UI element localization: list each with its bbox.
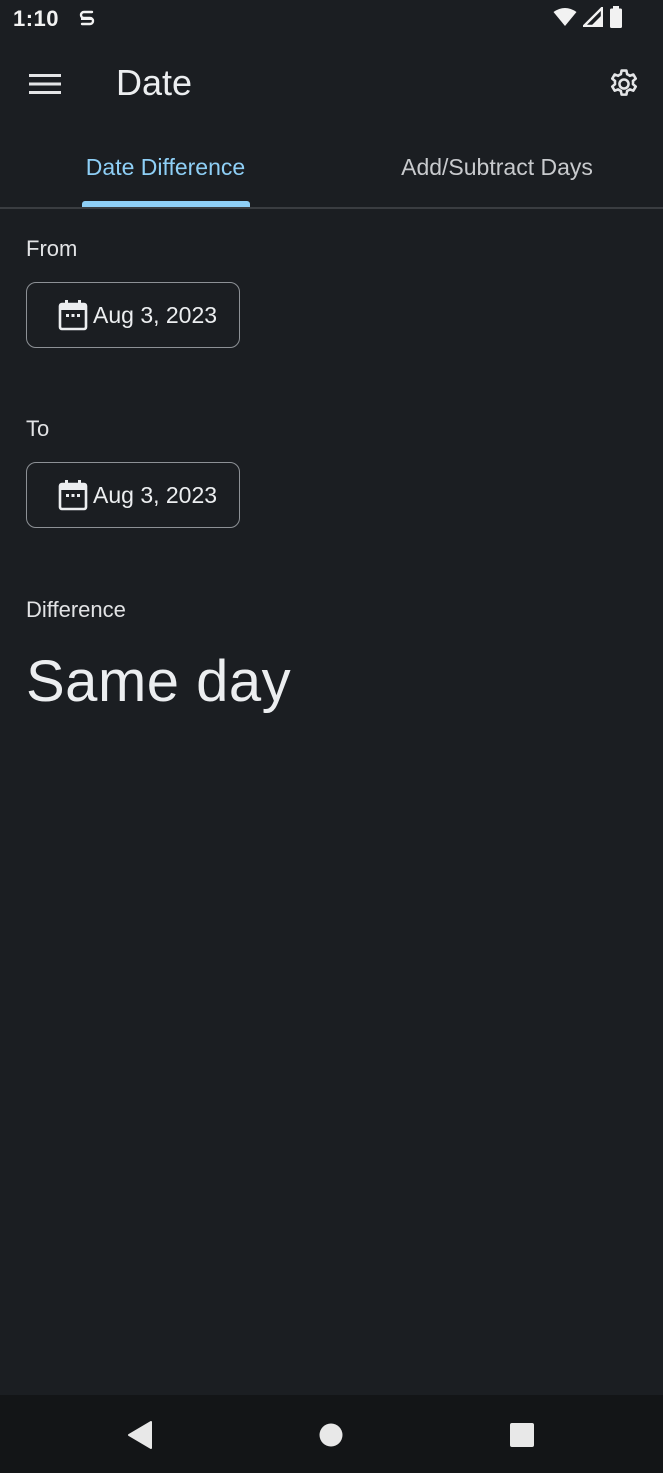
- wifi-icon: [553, 7, 577, 32]
- to-date-button[interactable]: Aug 3, 2023: [26, 462, 240, 528]
- app-title: Date: [116, 62, 193, 103]
- status-time: 1:10: [13, 6, 60, 31]
- status-bar: 1:10: [0, 0, 663, 40]
- screen: 1:10 Date Date Difference Add/Subtract D…: [0, 0, 663, 1473]
- gear-icon[interactable]: [604, 64, 644, 104]
- back-icon[interactable]: [121, 1417, 157, 1453]
- from-date-value: Aug 3, 2023: [93, 301, 218, 328]
- to-date-value: Aug 3, 2023: [93, 481, 218, 508]
- difference-label: Difference: [26, 597, 126, 622]
- tab-add-subtract-days[interactable]: Add/Subtract Days: [331, 128, 663, 207]
- app-bar: Date: [0, 40, 663, 128]
- sync-s-icon: [78, 8, 96, 30]
- system-nav-bar: [0, 1395, 663, 1473]
- from-date-button[interactable]: Aug 3, 2023: [26, 282, 240, 348]
- difference-value: Same day: [26, 649, 292, 714]
- signal-icon: [581, 4, 604, 32]
- battery-icon: [609, 5, 623, 33]
- calendar-icon: [57, 478, 89, 512]
- calendar-icon: [57, 298, 89, 332]
- tab-indicator: [82, 201, 250, 207]
- from-label: From: [26, 236, 78, 261]
- tab-bar: Date Difference Add/Subtract Days: [0, 128, 663, 209]
- home-icon[interactable]: [313, 1417, 349, 1453]
- tab-date-difference[interactable]: Date Difference: [0, 128, 331, 207]
- hamburger-menu-icon[interactable]: [24, 66, 66, 102]
- to-label: To: [26, 416, 50, 441]
- recents-icon[interactable]: [504, 1417, 540, 1453]
